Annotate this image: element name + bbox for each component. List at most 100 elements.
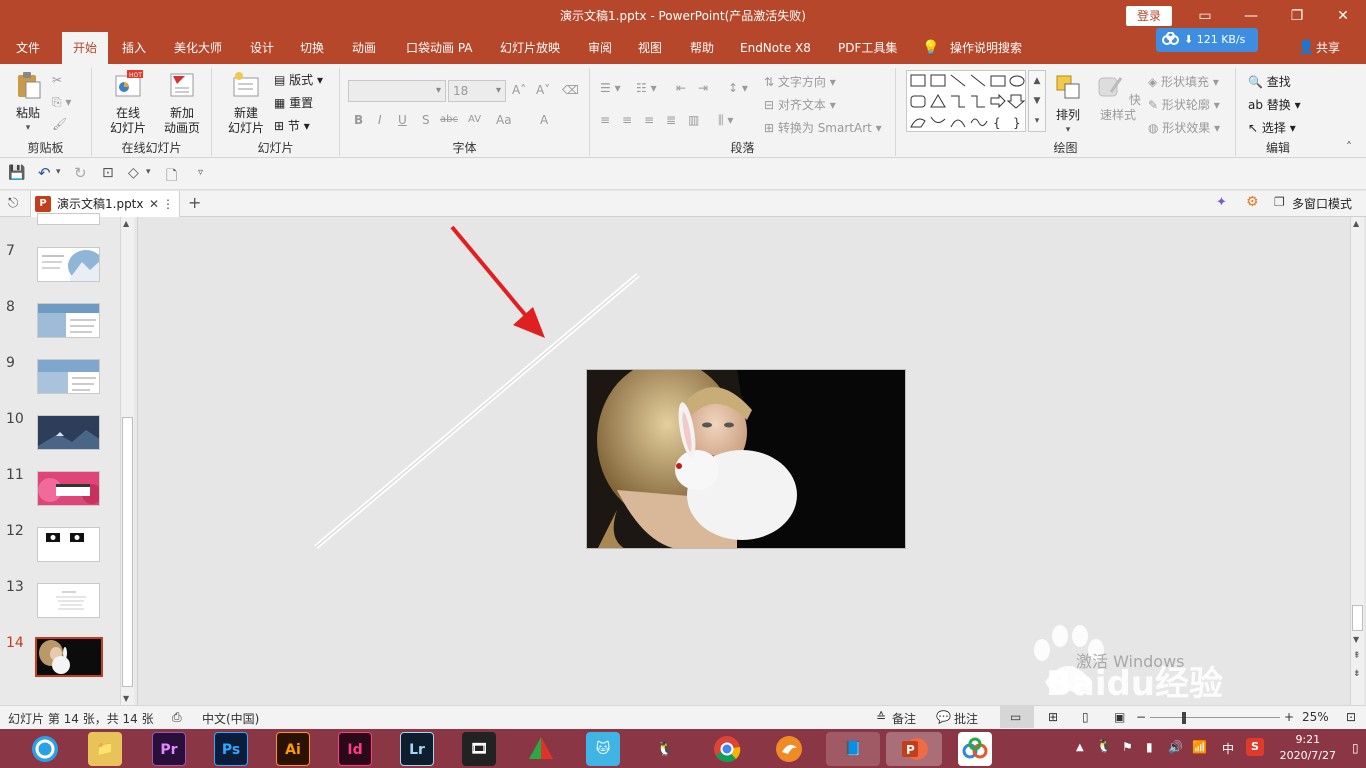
slide-thumbnail-12[interactable]: [37, 527, 100, 562]
spellcheck-icon[interactable]: ⎙: [172, 710, 182, 725]
multiwindow-mode-button[interactable]: 多窗口模式: [1292, 195, 1352, 212]
tab-design[interactable]: 设计: [244, 32, 280, 64]
font-size-combo[interactable]: 18 ▾: [448, 80, 506, 102]
lightroom-icon[interactable]: Lr: [400, 732, 434, 766]
font-color-button[interactable]: A: [540, 110, 548, 130]
canvas-vertical-scrollbar[interactable]: ▲ ▼ ⇞ ⇟: [1350, 217, 1364, 705]
tray-network-off-icon[interactable]: ⚑: [1122, 740, 1133, 754]
close-tab-icon[interactable]: ✕: [149, 191, 159, 217]
fit-to-window-icon[interactable]: ⊡: [1346, 710, 1356, 724]
tab-animations[interactable]: 动画: [346, 32, 382, 64]
present-icon[interactable]: ⊡: [102, 165, 114, 181]
section-button[interactable]: ⊞ 节 ▾: [274, 116, 310, 136]
reading-view-icon[interactable]: ▯: [1082, 710, 1089, 724]
cut-icon[interactable]: ✂: [52, 70, 62, 90]
shapes-gallery[interactable]: { }: [906, 70, 1026, 132]
collapse-ribbon-icon[interactable]: ˄: [1346, 140, 1352, 154]
tab-help[interactable]: 帮助: [684, 32, 720, 64]
slide-thumbnail-14[interactable]: [35, 637, 103, 677]
file-explorer-icon[interactable]: 📁: [88, 732, 122, 766]
thumbnail-scroll-thumb[interactable]: [122, 417, 133, 687]
woman-rabbit-photo[interactable]: [586, 369, 906, 549]
start-search-icon[interactable]: [28, 732, 62, 766]
save-icon[interactable]: 💾: [8, 165, 25, 181]
illustrator-icon[interactable]: Ai: [276, 732, 310, 766]
tab-home[interactable]: 开始: [62, 32, 108, 64]
tab-file[interactable]: 文件: [10, 32, 46, 64]
tell-me-search[interactable]: 操作说明搜索: [944, 32, 1028, 64]
slide-thumbnail-11[interactable]: [37, 471, 100, 506]
tray-battery-icon[interactable]: ▮: [1146, 740, 1153, 754]
tab-review[interactable]: 审阅: [582, 32, 618, 64]
numbering-icon[interactable]: ☷ ▾: [636, 78, 657, 98]
baidu-netdisk-icon[interactable]: [958, 732, 992, 766]
indesign-icon[interactable]: Id: [338, 732, 372, 766]
canvas-scroll-down-icon[interactable]: ▼: [1353, 635, 1359, 644]
char-spacing-button[interactable]: AV: [468, 110, 481, 130]
slide-thumbnail-8[interactable]: [37, 303, 100, 338]
next-slide-icon[interactable]: ⇟: [1353, 669, 1361, 679]
tab-endnote[interactable]: EndNote X8: [734, 32, 817, 64]
photoshop-icon[interactable]: Ps: [214, 732, 248, 766]
shape-outline-button[interactable]: ✎ 形状轮廓 ▾: [1148, 95, 1220, 115]
shapes-gallery-scroll[interactable]: ▲ ▼ ▾: [1028, 70, 1046, 132]
maximize-icon[interactable]: ❐: [1274, 0, 1320, 32]
customize-qat-icon[interactable]: ▿: [198, 167, 203, 178]
font-name-combo[interactable]: ▾: [348, 80, 446, 102]
slide-editing-canvas[interactable]: [140, 217, 1364, 705]
undo-icon[interactable]: ↶: [38, 164, 51, 182]
notes-button[interactable]: 备注: [892, 710, 916, 727]
download-speed-widget[interactable]: ⬇ 121 KB/s: [1156, 28, 1258, 52]
tab-beautify[interactable]: 美化大师: [168, 32, 228, 64]
clear-format-icon[interactable]: ⌫: [562, 80, 579, 100]
slide-thumbnail-10[interactable]: [37, 415, 100, 450]
increase-indent-icon[interactable]: ⇥: [698, 78, 708, 98]
canvas-scroll-up-icon[interactable]: ▲: [1353, 219, 1359, 228]
quick-styles-button[interactable]: 快速样式: [1090, 72, 1146, 123]
grow-font-icon[interactable]: A˄: [512, 80, 526, 100]
shape-tool-icon[interactable]: ◇: [128, 165, 139, 181]
canvas-scroll-thumb[interactable]: [1352, 605, 1363, 631]
line-spacing-icon[interactable]: ↕ ▾: [728, 78, 748, 98]
bullets-icon[interactable]: ☰ ▾: [600, 78, 621, 98]
tab-insert[interactable]: 插入: [116, 32, 152, 64]
strikethrough-button[interactable]: abc: [440, 110, 458, 130]
columns-icon[interactable]: ⫼ ▾: [718, 110, 733, 130]
browser-fox-icon[interactable]: [772, 732, 806, 766]
tray-ime-indicator[interactable]: 中: [1222, 740, 1234, 757]
bold-button[interactable]: B: [354, 110, 363, 130]
slide-thumbnail-13[interactable]: [37, 583, 100, 618]
zoom-in-icon[interactable]: +: [1284, 710, 1294, 724]
distributed-icon[interactable]: ▥: [688, 110, 699, 130]
find-button[interactable]: 🔍 查找: [1248, 72, 1291, 92]
thumbnail-scrollbar[interactable]: ▲ ▼: [120, 217, 134, 705]
slide-thumbnail-7[interactable]: [37, 247, 100, 282]
video-editor-icon[interactable]: 🎞: [462, 732, 496, 766]
zoom-out-icon[interactable]: −: [1136, 710, 1146, 724]
tab-transitions[interactable]: 切换: [294, 32, 330, 64]
align-right-icon[interactable]: ≡: [644, 110, 654, 130]
share-button[interactable]: 共享: [1310, 32, 1346, 64]
reset-button[interactable]: ▦ 重置: [274, 93, 313, 113]
tray-volume-icon[interactable]: 🔊: [1168, 740, 1183, 754]
qq-icon[interactable]: 🐧: [648, 732, 682, 766]
home-tab-icon[interactable]: ⎋: [8, 196, 18, 211]
underline-button[interactable]: U: [398, 110, 407, 130]
tab-pdf-tools[interactable]: PDF工具集: [832, 32, 903, 64]
italic-button[interactable]: I: [378, 110, 382, 130]
format-painter-icon[interactable]: 🖌: [52, 114, 67, 134]
slide-sorter-icon[interactable]: ⊞: [1048, 710, 1058, 724]
magic-icon[interactable]: ✦: [1216, 195, 1227, 210]
change-case-button[interactable]: Aa: [496, 110, 512, 130]
smartart-button[interactable]: ⊞ 转换为 SmartArt ▾: [764, 118, 882, 138]
scroll-up-icon[interactable]: ▲: [123, 219, 129, 228]
comments-button[interactable]: 批注: [954, 710, 978, 727]
shape-fill-button[interactable]: ◈ 形状填充 ▾: [1148, 72, 1219, 92]
justify-icon[interactable]: ≣: [666, 110, 676, 130]
slideshow-view-icon[interactable]: ▣: [1114, 710, 1125, 724]
settings-gear-icon[interactable]: ⚙: [1246, 194, 1259, 210]
premiere-icon[interactable]: Pr: [152, 732, 186, 766]
layout-button[interactable]: ▤ 版式 ▾: [274, 70, 323, 90]
shadow-button[interactable]: S: [422, 110, 430, 130]
shape-effects-button[interactable]: ◍ 形状效果 ▾: [1148, 118, 1220, 138]
